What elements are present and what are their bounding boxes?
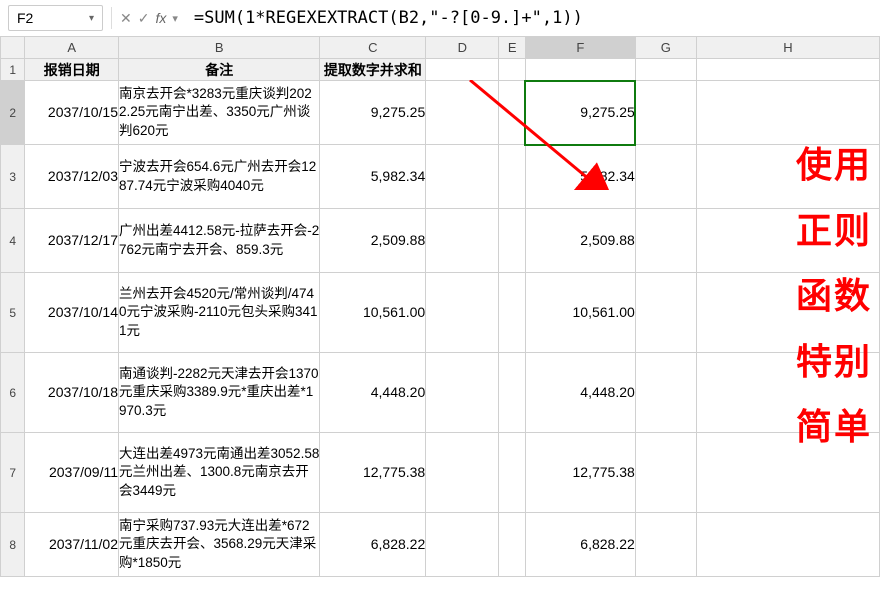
cell-H2[interactable] bbox=[696, 81, 879, 145]
col-header-E[interactable]: E bbox=[499, 37, 525, 59]
row-header[interactable]: 7 bbox=[1, 433, 25, 513]
cell-F3[interactable]: 5,982.34 bbox=[525, 145, 635, 209]
confirm-icon[interactable]: ✓ bbox=[138, 10, 150, 27]
fx-icon[interactable]: fx bbox=[155, 10, 166, 26]
cell-F2-selected[interactable]: 9,275.25 bbox=[525, 81, 635, 145]
row-header[interactable]: 4 bbox=[1, 209, 25, 273]
cell-C1[interactable]: 提取数字并求和 bbox=[320, 59, 426, 81]
formula-text: =SUM(1*REGEXEXTRACT(B2,"-?[0-9.]+",1)) bbox=[194, 8, 583, 28]
cell-B2[interactable]: 南京去开会*3283元重庆谈判2022.25元南宁出差、3350元广州谈判620… bbox=[119, 81, 320, 145]
col-header-H[interactable]: H bbox=[696, 37, 879, 59]
col-header-F[interactable]: F bbox=[525, 37, 635, 59]
cell-G3[interactable] bbox=[635, 145, 696, 209]
cell-B4[interactable]: 广州出差4412.58元-拉萨去开会-2762元南宁去开会、859.3元 bbox=[119, 209, 320, 273]
divider bbox=[111, 7, 112, 29]
cell-H7[interactable] bbox=[696, 433, 879, 513]
cell-G7[interactable] bbox=[635, 433, 696, 513]
cell-H8[interactable] bbox=[696, 513, 879, 577]
cell-A3[interactable]: 2037/12/03 bbox=[25, 145, 119, 209]
cell-E5[interactable] bbox=[499, 273, 525, 353]
cell-A4[interactable]: 2037/12/17 bbox=[25, 209, 119, 273]
cell-D8[interactable] bbox=[426, 513, 499, 577]
cell-G8[interactable] bbox=[635, 513, 696, 577]
cell-D2[interactable] bbox=[426, 81, 499, 145]
col-header-A[interactable]: A bbox=[25, 37, 119, 59]
row-header[interactable]: 3 bbox=[1, 145, 25, 209]
row-header[interactable]: 6 bbox=[1, 353, 25, 433]
chevron-down-icon[interactable]: ▾ bbox=[172, 12, 178, 25]
spreadsheet-grid[interactable]: A B C D E F G H 1 报销日期 备注 提取数字并求和 2 2037… bbox=[0, 36, 880, 577]
col-header-C[interactable]: C bbox=[320, 37, 426, 59]
cell-H5[interactable] bbox=[696, 273, 879, 353]
cell-F4[interactable]: 2,509.88 bbox=[525, 209, 635, 273]
cell-E4[interactable] bbox=[499, 209, 525, 273]
cell-F7[interactable]: 12,775.38 bbox=[525, 433, 635, 513]
row-header[interactable]: 1 bbox=[1, 59, 25, 81]
cell-C5[interactable]: 10,561.00 bbox=[320, 273, 426, 353]
cell-H3[interactable] bbox=[696, 145, 879, 209]
name-box-value: F2 bbox=[17, 10, 33, 26]
cell-D1[interactable] bbox=[426, 59, 499, 81]
cell-H1[interactable] bbox=[696, 59, 879, 81]
cell-G2[interactable] bbox=[635, 81, 696, 145]
cell-E3[interactable] bbox=[499, 145, 525, 209]
cell-B3[interactable]: 宁波去开会654.6元广州去开会1287.74元宁波采购4040元 bbox=[119, 145, 320, 209]
cell-F5[interactable]: 10,561.00 bbox=[525, 273, 635, 353]
cell-A8[interactable]: 2037/11/02 bbox=[25, 513, 119, 577]
cell-B8[interactable]: 南宁采购737.93元大连出差*672元重庆去开会、3568.29元天津采购*1… bbox=[119, 513, 320, 577]
cell-H6[interactable] bbox=[696, 353, 879, 433]
row-header[interactable]: 8 bbox=[1, 513, 25, 577]
cell-D6[interactable] bbox=[426, 353, 499, 433]
col-header-B[interactable]: B bbox=[119, 37, 320, 59]
cell-A6[interactable]: 2037/10/18 bbox=[25, 353, 119, 433]
cell-A5[interactable]: 2037/10/14 bbox=[25, 273, 119, 353]
cell-F6[interactable]: 4,448.20 bbox=[525, 353, 635, 433]
cell-E2[interactable] bbox=[499, 81, 525, 145]
cell-C2[interactable]: 9,275.25 bbox=[320, 81, 426, 145]
row-header[interactable]: 5 bbox=[1, 273, 25, 353]
select-all-corner[interactable] bbox=[1, 37, 25, 59]
name-box[interactable]: F2 ▾ bbox=[8, 5, 103, 31]
col-header-D[interactable]: D bbox=[426, 37, 499, 59]
cell-A2[interactable]: 2037/10/15 bbox=[25, 81, 119, 145]
cell-E1[interactable] bbox=[499, 59, 525, 81]
cell-E6[interactable] bbox=[499, 353, 525, 433]
cell-G1[interactable] bbox=[635, 59, 696, 81]
cell-D4[interactable] bbox=[426, 209, 499, 273]
cell-B7[interactable]: 大连出差4973元南通出差3052.58元兰州出差、1300.8元南京去开会34… bbox=[119, 433, 320, 513]
cell-D7[interactable] bbox=[426, 433, 499, 513]
cell-F8[interactable]: 6,828.22 bbox=[525, 513, 635, 577]
chevron-down-icon[interactable]: ▾ bbox=[89, 13, 94, 24]
cell-G5[interactable] bbox=[635, 273, 696, 353]
cell-C6[interactable]: 4,448.20 bbox=[320, 353, 426, 433]
cell-C4[interactable]: 2,509.88 bbox=[320, 209, 426, 273]
cell-C3[interactable]: 5,982.34 bbox=[320, 145, 426, 209]
cell-B5[interactable]: 兰州去开会4520元/常州谈判/4740元宁波采购-2110元包头采购3411元 bbox=[119, 273, 320, 353]
cell-E8[interactable] bbox=[499, 513, 525, 577]
cell-F1[interactable] bbox=[525, 59, 635, 81]
cell-D5[interactable] bbox=[426, 273, 499, 353]
cell-B6[interactable]: 南通谈判-2282元天津去开会1370元重庆采购3389.9元*重庆出差*197… bbox=[119, 353, 320, 433]
cell-D3[interactable] bbox=[426, 145, 499, 209]
cell-C7[interactable]: 12,775.38 bbox=[320, 433, 426, 513]
cell-A7[interactable]: 2037/09/11 bbox=[25, 433, 119, 513]
formula-bar[interactable]: =SUM(1*REGEXEXTRACT(B2,"-?[0-9.]+",1)) bbox=[184, 5, 872, 31]
cell-H4[interactable] bbox=[696, 209, 879, 273]
cell-E7[interactable] bbox=[499, 433, 525, 513]
row-header[interactable]: 2 bbox=[1, 81, 25, 145]
cell-A1[interactable]: 报销日期 bbox=[25, 59, 119, 81]
cell-G6[interactable] bbox=[635, 353, 696, 433]
cell-G4[interactable] bbox=[635, 209, 696, 273]
col-header-G[interactable]: G bbox=[635, 37, 696, 59]
cell-C8[interactable]: 6,828.22 bbox=[320, 513, 426, 577]
cell-B1[interactable]: 备注 bbox=[119, 59, 320, 81]
cancel-icon[interactable]: ✕ bbox=[120, 10, 132, 27]
